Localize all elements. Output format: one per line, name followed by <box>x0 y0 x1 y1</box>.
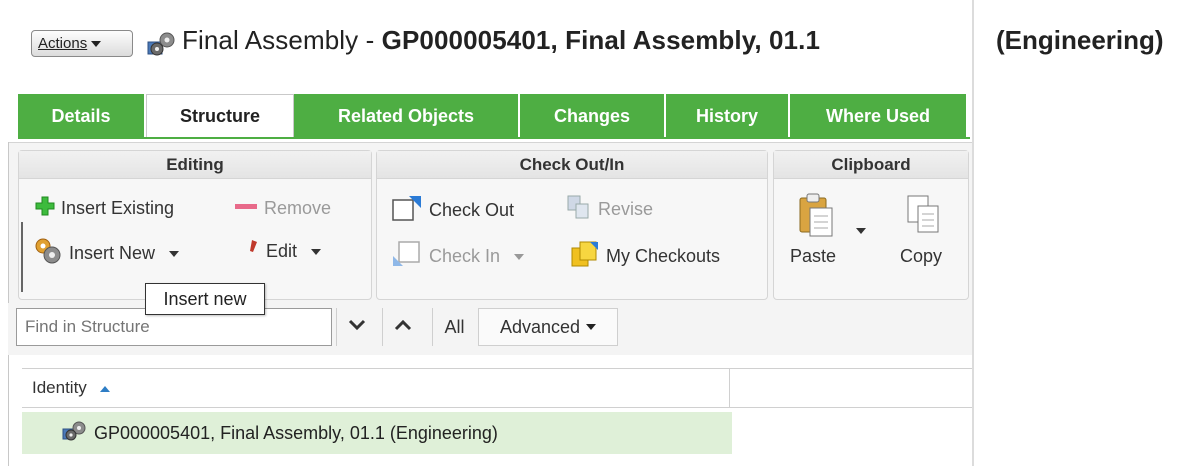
find-all-label: All <box>444 316 465 337</box>
copy-label: Copy <box>900 246 943 266</box>
tab-changes-label: Changes <box>553 105 631 126</box>
copy-icon <box>906 194 940 241</box>
checkout-group-title: Check Out/In <box>377 151 767 179</box>
check-out-icon <box>391 194 423 227</box>
find-previous-button[interactable] <box>382 308 422 346</box>
page-title-context: (Engineering) <box>996 25 1164 55</box>
insert-new-button[interactable]: Insert New <box>33 236 180 271</box>
tab-details[interactable]: Details <box>18 94 146 138</box>
table-row[interactable]: GP000005401, Final Assembly, 01.1 (Engin… <box>22 412 732 454</box>
edit-label: Edit <box>266 241 298 261</box>
column-header-identity[interactable]: Identity <box>22 369 730 407</box>
check-out-button[interactable]: Check Out <box>391 194 514 227</box>
minus-icon <box>234 196 258 221</box>
plus-icon <box>35 196 55 221</box>
check-in-icon <box>391 240 423 273</box>
chevron-up-icon <box>394 318 412 336</box>
assembly-gears-icon <box>146 30 178 58</box>
paste-button[interactable]: Paste <box>788 190 878 280</box>
tab-where-used[interactable]: Where Used <box>790 94 968 138</box>
insert-new-label: Insert New <box>69 243 156 263</box>
check-in-label: Check In <box>429 246 501 266</box>
row-identity: GP000005401, Final Assembly, 01.1 (Engin… <box>94 422 498 443</box>
insert-existing-label: Insert Existing <box>61 198 175 218</box>
tab-related-objects[interactable]: Related Objects <box>294 94 520 138</box>
page-title-identity: GP000005401, Final Assembly, 01.1 <box>381 25 820 55</box>
tab-history[interactable]: History <box>666 94 790 138</box>
chevron-down-icon <box>348 318 366 336</box>
column-header-identity-label: Identity <box>32 378 87 397</box>
paste-label: Paste <box>790 246 837 266</box>
sort-ascending-icon <box>99 385 110 392</box>
revise-button[interactable]: Revise <box>566 194 653 225</box>
check-out-label: Check Out <box>429 200 515 220</box>
insert-existing-button[interactable]: Insert Existing <box>35 196 174 221</box>
tab-details-label: Details <box>51 105 111 126</box>
actions-button[interactable]: Actions <box>31 30 133 57</box>
find-all-button[interactable]: All <box>432 308 476 346</box>
tab-underline <box>18 137 970 139</box>
page-title-name: Final Assembly - <box>182 25 382 55</box>
clipboard-group-title: Clipboard <box>774 151 968 179</box>
chevron-down-icon <box>91 40 102 47</box>
remove-button[interactable]: Remove <box>234 196 331 221</box>
edit-button[interactable]: Edit <box>248 238 322 265</box>
find-next-button[interactable] <box>336 308 376 346</box>
page-title: Final Assembly - GP000005401, Final Asse… <box>182 25 820 56</box>
chevron-down-icon <box>856 228 866 234</box>
editing-group-title: Editing <box>19 151 371 179</box>
my-checkouts-label: My Checkouts <box>606 246 721 266</box>
chevron-down-icon <box>586 324 597 330</box>
advanced-label: Advanced <box>499 316 581 337</box>
tab-changes[interactable]: Changes <box>520 94 666 138</box>
chevron-down-icon <box>169 250 180 257</box>
tab-related-objects-label: Related Objects <box>337 105 475 126</box>
insert-new-tooltip: Insert new <box>145 283 265 315</box>
tab-structure-label: Structure <box>179 106 260 126</box>
divider <box>21 222 23 292</box>
chevron-down-icon <box>311 248 322 255</box>
tab-structure[interactable]: Structure <box>146 94 294 138</box>
check-in-button[interactable]: Check In <box>391 240 525 273</box>
assembly-gears-icon <box>62 420 88 447</box>
paste-icon <box>796 192 836 243</box>
my-checkouts-icon <box>570 240 600 273</box>
my-checkouts-button[interactable]: My Checkouts <box>570 240 720 273</box>
remove-label: Remove <box>264 198 332 218</box>
editing-group: Editing <box>18 150 372 300</box>
tab-where-used-label: Where Used <box>825 105 931 126</box>
advanced-button[interactable]: Advanced <box>478 308 618 346</box>
panel-right-edge <box>972 0 974 466</box>
chevron-down-icon <box>514 253 525 260</box>
revise-label: Revise <box>598 199 654 219</box>
actions-label: Actions <box>38 35 88 52</box>
pencil-icon <box>248 238 260 265</box>
copy-button[interactable]: Copy <box>898 190 958 280</box>
revise-icon <box>566 194 592 225</box>
tab-bar: Details Structure Related Objects Change… <box>18 94 968 138</box>
tab-history-label: History <box>695 105 758 126</box>
table-header: Identity <box>22 368 974 408</box>
gears-icon <box>33 236 63 271</box>
